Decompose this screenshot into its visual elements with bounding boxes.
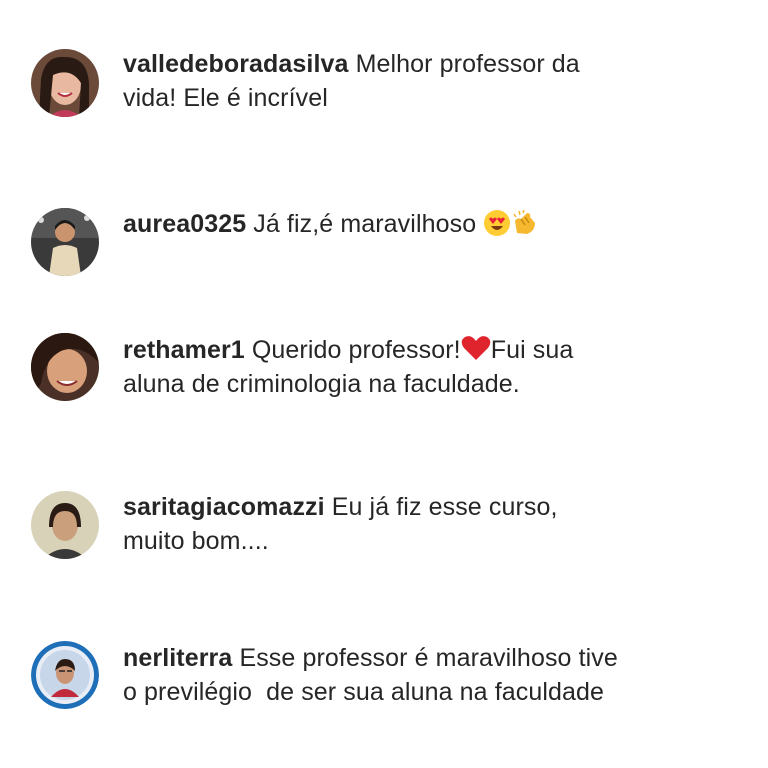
heart-eyes-emoji-icon — [483, 209, 511, 237]
username-link[interactable]: saritagiacomazzi — [123, 493, 325, 521]
username-link[interactable]: aurea0325 — [123, 210, 246, 238]
username-link[interactable]: nerliterra — [123, 644, 232, 672]
avatar-photo-icon — [31, 641, 99, 709]
avatar[interactable] — [31, 333, 99, 401]
comment-body-cont: Fui sua — [490, 336, 574, 364]
comment-text: rethamer1 Querido professor! Fui sua alu… — [123, 333, 723, 401]
comment-body-line2: vida! Ele é incrível — [123, 84, 328, 112]
avatar-photo-icon — [31, 208, 99, 276]
avatar[interactable] — [31, 641, 99, 709]
avatar-photo-icon — [31, 333, 99, 401]
comment-body: Querido professor! — [251, 336, 461, 364]
comment-body-line2: muito bom.... — [123, 527, 269, 555]
red-heart-emoji-icon — [461, 335, 491, 361]
avatar[interactable] — [31, 491, 99, 559]
comment-text: saritagiacomazzi Eu já fiz esse curso, m… — [123, 490, 723, 558]
comment-body-line2: o previlégio de ser sua aluna na faculda… — [123, 678, 605, 706]
comment-text: nerliterra Esse professor é maravilhoso … — [123, 641, 723, 709]
comment-text: valledeboradasilva Melhor professor da v… — [123, 47, 723, 115]
avatar[interactable] — [31, 208, 99, 276]
comment-body: Melhor professor da — [355, 50, 580, 78]
avatar-photo-icon — [31, 49, 99, 117]
comment-body: Eu já fiz esse curso, — [331, 493, 558, 521]
comment-body-line2: aluna de criminologia na faculdade. — [123, 370, 520, 398]
comment-body: Já fiz,é maravilhoso — [253, 210, 477, 238]
comment-body: Esse professor é maravilhoso tive — [239, 644, 618, 672]
comment-text: aurea0325 Já fiz,é maravilhoso — [123, 207, 723, 241]
avatar-photo-icon — [31, 491, 99, 559]
username-link[interactable]: valledeboradasilva — [123, 50, 349, 78]
username-link[interactable]: rethamer1 — [123, 336, 245, 364]
avatar[interactable] — [31, 49, 99, 117]
clapping-hands-emoji-icon — [511, 209, 539, 237]
